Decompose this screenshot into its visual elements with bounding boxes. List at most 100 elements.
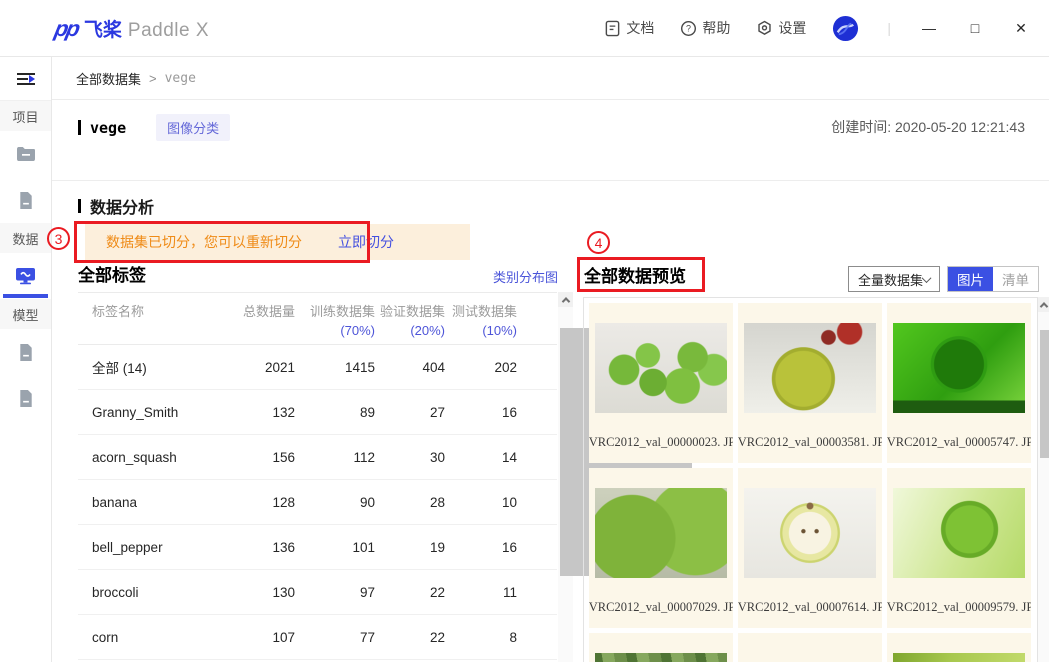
image-thumbnail <box>595 323 727 413</box>
table-row[interactable]: Granny_Smith132892716 <box>78 390 557 435</box>
breadcrumb-current: vege <box>165 71 196 86</box>
user-avatar[interactable] <box>832 15 859 42</box>
table-cell: 128 <box>218 480 295 525</box>
view-image-button[interactable]: 图片 <box>948 267 993 291</box>
sidebar-item-datasets[interactable] <box>0 253 51 299</box>
brand-cn: 飞桨 <box>84 15 122 42</box>
table-cell: 8 <box>445 615 557 660</box>
docs-label: 文档 <box>626 18 654 38</box>
help-label: 帮助 <box>702 18 730 38</box>
image-card[interactable] <box>887 633 1031 662</box>
table-cell: 16 <box>445 390 557 435</box>
table-row[interactable]: acorn_squash1561123014 <box>78 435 557 480</box>
image-card[interactable]: ILSVRC2012_val_00007614. JPEG <box>738 468 882 628</box>
scroll-up-icon[interactable] <box>558 292 573 307</box>
image-filename: ILSVRC2012_val_00003581. JPEG <box>738 435 882 451</box>
sidebar-item-project-doc[interactable] <box>0 177 51 223</box>
maximize-button[interactable]: □ <box>965 20 985 36</box>
dataset-monitor-icon <box>15 267 36 285</box>
breadcrumb: 全部数据集 > vege <box>52 57 1049 100</box>
file-icon <box>18 343 34 362</box>
image-thumbnail <box>744 488 876 578</box>
table-row[interactable]: broccoli130972211 <box>78 570 557 615</box>
column-header: 测试数据集(10%) <box>445 293 557 345</box>
gear-icon <box>756 20 773 37</box>
menu-icon <box>17 73 35 85</box>
sidebar-item-model-doc-1[interactable] <box>0 329 51 375</box>
image-card[interactable]: ILSVRC2012_val_00003581. JPEG <box>738 303 882 463</box>
table-cell: bell_pepper <box>78 525 218 570</box>
image-filename: ILSVRC2012_val_00000023. JPEG <box>589 435 733 451</box>
preview-scrollbar-thumb[interactable] <box>1040 330 1049 458</box>
section-bar-decoration <box>78 199 81 213</box>
sidebar-item-model-doc-2[interactable] <box>0 375 51 421</box>
image-card[interactable]: ILSVRC2012_val_00000023. JPEG <box>589 303 733 463</box>
image-thumbnail <box>595 653 727 662</box>
main-content: vege 图像分类 创建时间: 2020-05-20 12:21:43 数据分析… <box>52 100 1049 662</box>
created-time: 创建时间: 2020-05-20 12:21:43 <box>831 117 1025 137</box>
docs-button[interactable]: 文档 <box>604 18 654 38</box>
sidebar-item-project-list[interactable] <box>0 131 51 177</box>
table-cell: 22 <box>375 615 445 660</box>
table-cell: 27 <box>375 390 445 435</box>
table-cell: 10 <box>445 480 557 525</box>
table-cell: Granny_Smith <box>78 390 218 435</box>
table-cell: 2021 <box>218 345 295 390</box>
breadcrumb-all-datasets[interactable]: 全部数据集 <box>76 69 141 88</box>
table-row[interactable]: corn10777228 <box>78 615 557 660</box>
image-card[interactable]: ILSVRC2012_val_00009579. JPEG <box>887 468 1031 628</box>
image-thumbnail <box>595 488 727 578</box>
table-cell: 90 <box>295 480 375 525</box>
table-scrollbar[interactable] <box>558 292 573 662</box>
table-cell: 97 <box>295 570 375 615</box>
column-header: 验证数据集(20%) <box>375 293 445 345</box>
image-card[interactable] <box>738 633 882 662</box>
view-toggle: 图片 清单 <box>947 266 1039 292</box>
image-card[interactable] <box>589 633 733 662</box>
table-cell: 11 <box>445 570 557 615</box>
chevron-down-icon <box>922 273 932 283</box>
preview-scrollbar[interactable] <box>1038 297 1049 662</box>
sidebar: 项目 数据 模型 <box>0 57 52 662</box>
settings-button[interactable]: 设置 <box>756 18 806 38</box>
help-icon: ? <box>680 20 697 37</box>
scroll-up-icon[interactable] <box>1038 297 1049 312</box>
table-cell: 132 <box>218 390 295 435</box>
image-card[interactable]: ILSVRC2012_val_00007029. JPEG <box>589 468 733 628</box>
brand-en: Paddle X <box>128 20 209 42</box>
table-row[interactable]: banana128902810 <box>78 480 557 525</box>
image-filename: ILSVRC2012_val_00005747. JPEG <box>887 435 1031 451</box>
help-button[interactable]: ? 帮助 <box>680 18 730 38</box>
table-cell: 202 <box>445 345 557 390</box>
split-alert-text: 数据集已切分，您可以重新切分 <box>106 232 302 252</box>
paddlex-window: pp 飞桨 Paddle X 文档 ? 帮助 设置 | — □ ✕ <box>0 0 1049 662</box>
resplit-link[interactable]: 立即切分 <box>338 232 394 252</box>
table-cell: 130 <box>218 570 295 615</box>
table-cell: 1415 <box>295 345 375 390</box>
image-filename: ILSVRC2012_val_00007029. JPEG <box>589 600 733 616</box>
minimize-button[interactable]: — <box>919 20 939 36</box>
window-separator: | <box>887 20 891 36</box>
settings-label: 设置 <box>778 18 806 38</box>
table-cell: 89 <box>295 390 375 435</box>
table-cell: 30 <box>375 435 445 480</box>
dataset-scope-value: 全量数据集 <box>858 270 923 289</box>
dataset-scope-select[interactable]: 全量数据集 <box>848 266 940 292</box>
table-row[interactable]: 全部 (14)20211415404202 <box>78 345 557 390</box>
image-thumbnail <box>893 488 1025 578</box>
table-cell: banana <box>78 480 218 525</box>
collapse-menu-button[interactable] <box>0 57 51 101</box>
class-distribution-link[interactable]: 类别分布图 <box>493 267 558 286</box>
table-cell: corn <box>78 615 218 660</box>
table-cell: 28 <box>375 480 445 525</box>
view-list-button[interactable]: 清单 <box>993 267 1038 291</box>
table-cell: 112 <box>295 435 375 480</box>
analysis-section-title: 数据分析 <box>90 194 154 218</box>
table-cell: 404 <box>375 345 445 390</box>
table-cell: 101 <box>295 525 375 570</box>
app-header: pp 飞桨 Paddle X 文档 ? 帮助 设置 | — □ ✕ <box>0 0 1049 57</box>
image-card[interactable]: ILSVRC2012_val_00005747. JPEG <box>887 303 1031 463</box>
table-row[interactable]: bell_pepper1361011916 <box>78 525 557 570</box>
close-button[interactable]: ✕ <box>1011 20 1031 37</box>
image-filename: ILSVRC2012_val_00007614. JPEG <box>738 600 882 616</box>
